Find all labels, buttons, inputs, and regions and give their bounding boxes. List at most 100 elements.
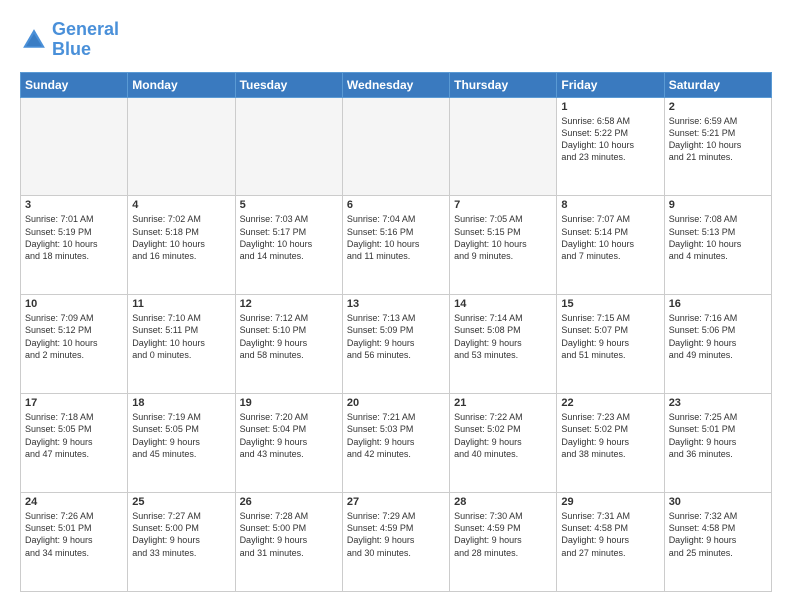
day-number: 9: [669, 199, 767, 211]
weekday-header-monday: Monday: [128, 72, 235, 97]
week-row-4: 24 Sunrise: 7:26 AMSunset: 5:01 PMDayligh…: [21, 493, 772, 592]
calendar-cell: 17 Sunrise: 7:18 AMSunset: 5:05 PMDayligh…: [21, 394, 128, 493]
day-number: 30: [669, 496, 767, 508]
day-number: 6: [347, 199, 445, 211]
weekday-header-thursday: Thursday: [450, 72, 557, 97]
day-info: Sunrise: 7:02 AMSunset: 5:18 PMDaylight:…: [132, 213, 230, 262]
day-number: 20: [347, 397, 445, 409]
calendar-cell: 20 Sunrise: 7:21 AMSunset: 5:03 PMDayligh…: [342, 394, 449, 493]
day-number: 17: [25, 397, 123, 409]
week-row-3: 17 Sunrise: 7:18 AMSunset: 5:05 PMDayligh…: [21, 394, 772, 493]
logo: General Blue: [20, 20, 119, 60]
calendar-cell: 7 Sunrise: 7:05 AMSunset: 5:15 PMDaylight…: [450, 196, 557, 295]
weekday-header-wednesday: Wednesday: [342, 72, 449, 97]
day-info: Sunrise: 7:05 AMSunset: 5:15 PMDaylight:…: [454, 213, 552, 262]
day-info: Sunrise: 7:27 AMSunset: 5:00 PMDaylight:…: [132, 510, 230, 559]
calendar-cell: [21, 97, 128, 196]
logo-general: General: [52, 19, 119, 39]
weekday-header-sunday: Sunday: [21, 72, 128, 97]
day-number: 13: [347, 298, 445, 310]
day-info: Sunrise: 7:04 AMSunset: 5:16 PMDaylight:…: [347, 213, 445, 262]
calendar-cell: 5Sunrise: 7:03 AMSunset: 5:17 PMDaylight…: [235, 196, 342, 295]
page: General Blue SundayMondayTuesdayWednesda…: [0, 0, 792, 612]
calendar-cell: 15 Sunrise: 7:15 AMSunset: 5:07 PMDayligh…: [557, 295, 664, 394]
weekday-header-friday: Friday: [557, 72, 664, 97]
day-info: Sunrise: 7:26 AMSunset: 5:01 PMDaylight:…: [25, 510, 123, 559]
day-info: Sunrise: 7:31 AMSunset: 4:58 PMDaylight:…: [561, 510, 659, 559]
week-row-1: 3 Sunrise: 7:01 AMSunset: 5:19 PMDaylight…: [21, 196, 772, 295]
day-number: 7: [454, 199, 552, 211]
day-number: 25: [132, 496, 230, 508]
day-info: Sunrise: 7:16 AMSunset: 5:06 PMDaylight:…: [669, 312, 767, 361]
calendar-cell: [128, 97, 235, 196]
logo-text: General Blue: [52, 20, 119, 60]
day-info: Sunrise: 7:03 AMSunset: 5:17 PMDaylight:…: [240, 213, 338, 262]
day-info: Sunrise: 7:28 AMSunset: 5:00 PMDaylight:…: [240, 510, 338, 559]
calendar-cell: 14 Sunrise: 7:14 AMSunset: 5:08 PMDayligh…: [450, 295, 557, 394]
day-number: 15: [561, 298, 659, 310]
calendar-cell: 1 Sunrise: 6:58 AMSunset: 5:22 PMDaylight…: [557, 97, 664, 196]
day-info: Sunrise: 7:14 AMSunset: 5:08 PMDaylight:…: [454, 312, 552, 361]
calendar-cell: 16 Sunrise: 7:16 AMSunset: 5:06 PMDayligh…: [664, 295, 771, 394]
day-number: 22: [561, 397, 659, 409]
calendar-cell: 13 Sunrise: 7:13 AMSunset: 5:09 PMDayligh…: [342, 295, 449, 394]
day-info: Sunrise: 7:13 AMSunset: 5:09 PMDaylight:…: [347, 312, 445, 361]
day-info: Sunrise: 7:30 AMSunset: 4:59 PMDaylight:…: [454, 510, 552, 559]
day-info: Sunrise: 7:25 AMSunset: 5:01 PMDaylight:…: [669, 411, 767, 460]
calendar-cell: 3 Sunrise: 7:01 AMSunset: 5:19 PMDaylight…: [21, 196, 128, 295]
header: General Blue: [20, 20, 772, 60]
calendar-cell: 19Sunrise: 7:20 AMSunset: 5:04 PMDayligh…: [235, 394, 342, 493]
calendar-cell: 25 Sunrise: 7:27 AMSunset: 5:00 PMDayligh…: [128, 493, 235, 592]
day-number: 10: [25, 298, 123, 310]
day-info: Sunrise: 7:18 AMSunset: 5:05 PMDaylight:…: [25, 411, 123, 460]
calendar: SundayMondayTuesdayWednesdayThursdayFrid…: [20, 72, 772, 592]
day-info: Sunrise: 6:58 AMSunset: 5:22 PMDaylight:…: [561, 115, 659, 164]
day-number: 26: [240, 496, 338, 508]
day-number: 16: [669, 298, 767, 310]
day-number: 23: [669, 397, 767, 409]
day-info: Sunrise: 7:29 AMSunset: 4:59 PMDaylight:…: [347, 510, 445, 559]
day-number: 14: [454, 298, 552, 310]
day-number: 24: [25, 496, 123, 508]
calendar-cell: [450, 97, 557, 196]
calendar-cell: 2 Sunrise: 6:59 AMSunset: 5:21 PMDaylight…: [664, 97, 771, 196]
calendar-cell: 12 Sunrise: 7:12 AMSunset: 5:10 PMDayligh…: [235, 295, 342, 394]
day-info: Sunrise: 7:23 AMSunset: 5:02 PMDaylight:…: [561, 411, 659, 460]
calendar-cell: 21Sunrise: 7:22 AMSunset: 5:02 PMDayligh…: [450, 394, 557, 493]
day-number: 4: [132, 199, 230, 211]
day-number: 19: [240, 397, 338, 409]
day-info: Sunrise: 7:15 AMSunset: 5:07 PMDaylight:…: [561, 312, 659, 361]
day-info: Sunrise: 7:12 AMSunset: 5:10 PMDaylight:…: [240, 312, 338, 361]
calendar-cell: [342, 97, 449, 196]
day-number: 28: [454, 496, 552, 508]
calendar-cell: 29 Sunrise: 7:31 AMSunset: 4:58 PMDayligh…: [557, 493, 664, 592]
day-info: Sunrise: 7:32 AMSunset: 4:58 PMDaylight:…: [669, 510, 767, 559]
calendar-cell: 30 Sunrise: 7:32 AMSunset: 4:58 PMDayligh…: [664, 493, 771, 592]
day-number: 2: [669, 101, 767, 113]
day-number: 21: [454, 397, 552, 409]
day-info: Sunrise: 7:21 AMSunset: 5:03 PMDaylight:…: [347, 411, 445, 460]
weekday-header-saturday: Saturday: [664, 72, 771, 97]
calendar-cell: 18Sunrise: 7:19 AMSunset: 5:05 PMDayligh…: [128, 394, 235, 493]
day-number: 11: [132, 298, 230, 310]
week-row-0: 1 Sunrise: 6:58 AMSunset: 5:22 PMDaylight…: [21, 97, 772, 196]
day-number: 29: [561, 496, 659, 508]
day-info: Sunrise: 7:10 AMSunset: 5:11 PMDaylight:…: [132, 312, 230, 361]
day-number: 12: [240, 298, 338, 310]
day-number: 27: [347, 496, 445, 508]
calendar-cell: 28 Sunrise: 7:30 AMSunset: 4:59 PMDayligh…: [450, 493, 557, 592]
day-info: Sunrise: 7:01 AMSunset: 5:19 PMDaylight:…: [25, 213, 123, 262]
logo-blue: Blue: [52, 39, 91, 59]
day-info: Sunrise: 7:08 AMSunset: 5:13 PMDaylight:…: [669, 213, 767, 262]
day-number: 3: [25, 199, 123, 211]
calendar-cell: 9 Sunrise: 7:08 AMSunset: 5:13 PMDaylight…: [664, 196, 771, 295]
calendar-cell: 8Sunrise: 7:07 AMSunset: 5:14 PMDaylight…: [557, 196, 664, 295]
calendar-cell: 27 Sunrise: 7:29 AMSunset: 4:59 PMDayligh…: [342, 493, 449, 592]
day-number: 1: [561, 101, 659, 113]
calendar-cell: 24 Sunrise: 7:26 AMSunset: 5:01 PMDayligh…: [21, 493, 128, 592]
weekday-header-tuesday: Tuesday: [235, 72, 342, 97]
calendar-cell: 23 Sunrise: 7:25 AMSunset: 5:01 PMDayligh…: [664, 394, 771, 493]
day-info: Sunrise: 7:09 AMSunset: 5:12 PMDaylight:…: [25, 312, 123, 361]
day-info: Sunrise: 6:59 AMSunset: 5:21 PMDaylight:…: [669, 115, 767, 164]
calendar-cell: 6 Sunrise: 7:04 AMSunset: 5:16 PMDaylight…: [342, 196, 449, 295]
